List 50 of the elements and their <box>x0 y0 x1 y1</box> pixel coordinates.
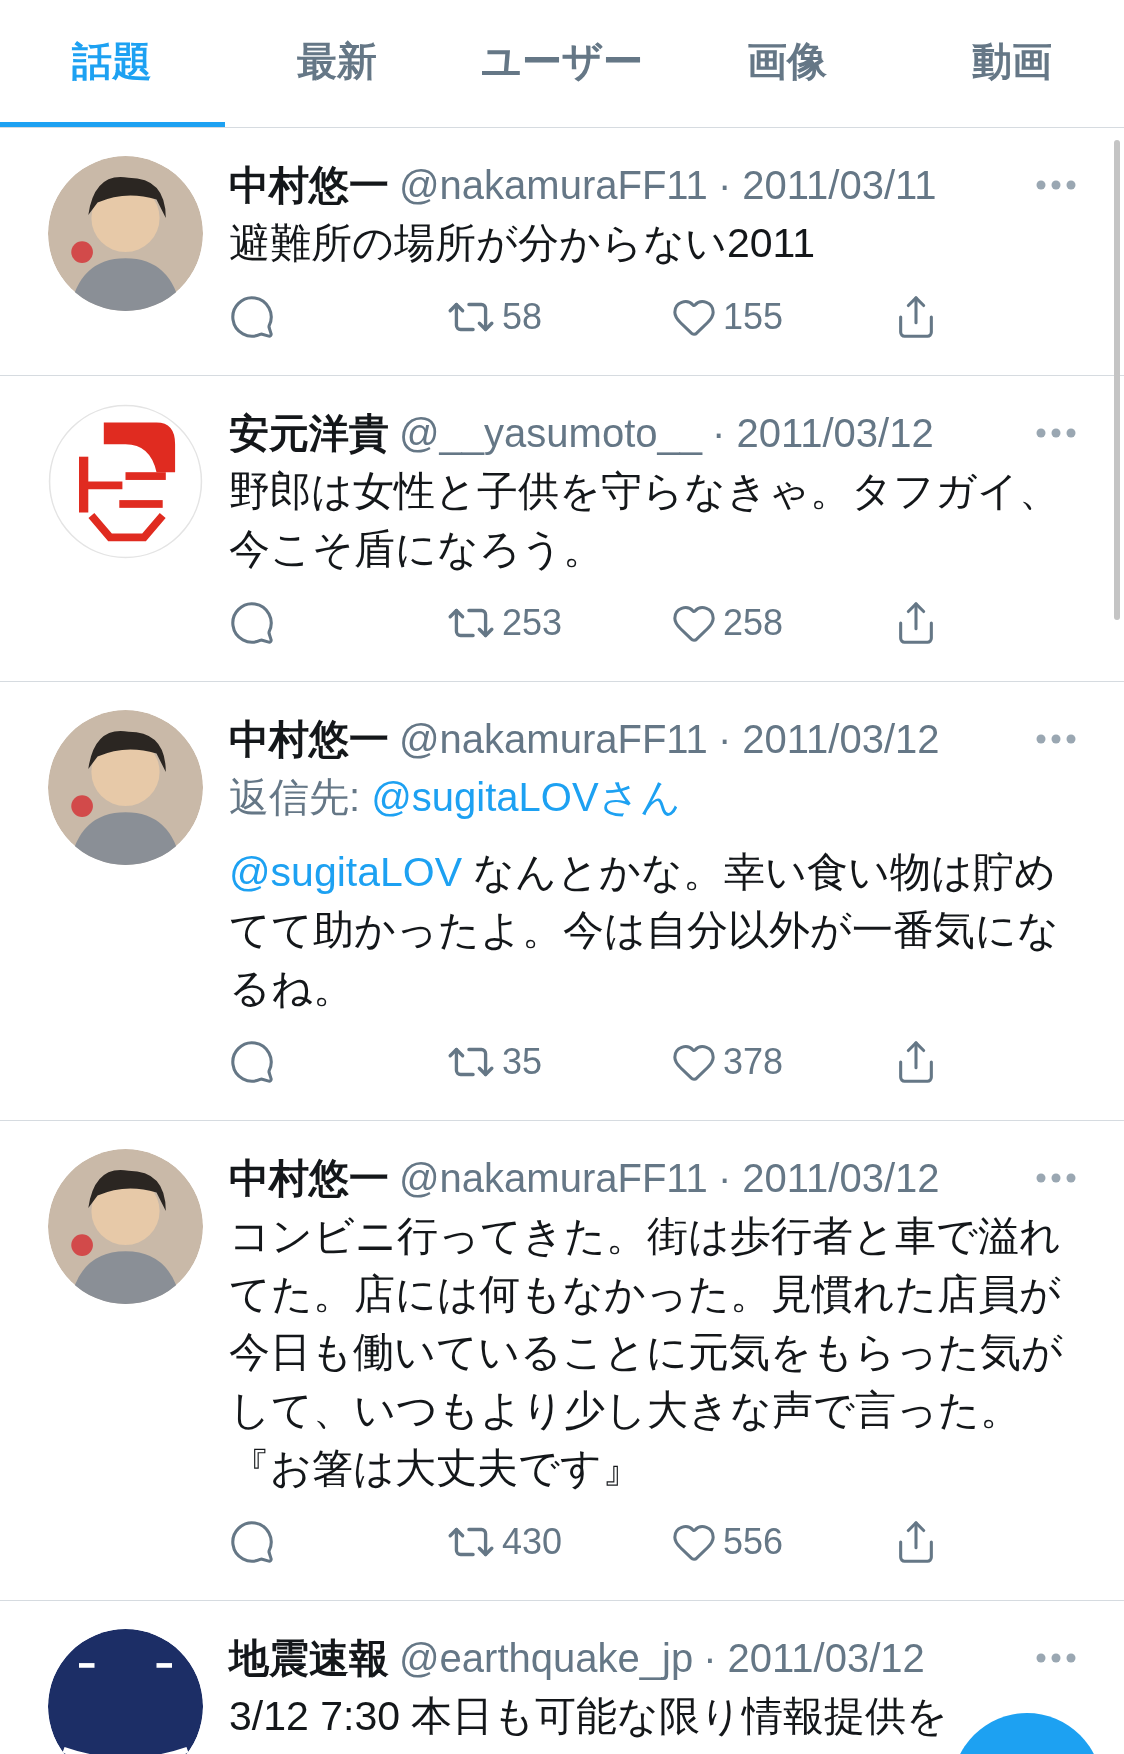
tab[interactable]: ユーザー <box>449 0 675 127</box>
like-count: 556 <box>723 1521 784 1563</box>
user-avatar[interactable] <box>48 1629 203 1754</box>
user-avatar[interactable] <box>48 1149 203 1304</box>
tweet-date: · 2011/03/12 <box>717 716 940 762</box>
user-handle: @earthquake_jp <box>399 1635 694 1681</box>
tab[interactable]: 動画 <box>899 0 1124 127</box>
user-name[interactable]: 中村悠一 <box>229 711 389 767</box>
more-icon[interactable] <box>1036 1653 1076 1663</box>
more-icon[interactable] <box>1036 734 1076 744</box>
tweet-date: · 2011/03/12 <box>717 1155 940 1201</box>
more-icon[interactable] <box>1036 1173 1076 1183</box>
tweet-text: 避難所の場所が分からない2011 <box>229 219 816 268</box>
tab[interactable]: 画像 <box>674 0 900 127</box>
user-handle: @nakamuraFF11 <box>399 162 708 208</box>
mention-link[interactable]: @sugitaLOVさん <box>371 775 681 819</box>
reply-icon[interactable] <box>229 600 275 646</box>
user-name[interactable]: 中村悠一 <box>229 1150 389 1206</box>
reply-icon[interactable] <box>229 294 275 340</box>
user-name[interactable]: 中村悠一 <box>229 157 389 213</box>
reply-to-text: 返信先: @sugitaLOVさん <box>229 774 682 821</box>
tab[interactable]: 話題 <box>0 0 225 127</box>
mention-link[interactable]: @sugitaLOV <box>229 849 463 895</box>
like-count: 378 <box>723 1041 784 1083</box>
tweet-text: 野郎は女性と子供を守らなきゃ。タフガイ、今こそ盾になろう。 <box>229 467 1061 574</box>
tweet-date: · 2011/03/11 <box>717 162 937 208</box>
tweet-text: @sugitaLOV なんとかな。幸い食い物は貯めてて助かったよ。今は自分以外が一番気になるね。 <box>229 848 1060 1013</box>
retweet-count: 253 <box>502 602 563 644</box>
scrollbar[interactable] <box>1114 140 1120 620</box>
reply-icon[interactable] <box>229 1519 275 1565</box>
user-handle: @nakamuraFF11 <box>399 1155 708 1201</box>
retweet-count: 35 <box>502 1041 543 1083</box>
user-name[interactable]: 安元洋貴 <box>229 405 389 461</box>
more-icon[interactable] <box>1036 180 1076 190</box>
user-handle: @__yasumoto__ <box>399 410 702 456</box>
like-count: 258 <box>723 602 784 644</box>
tab[interactable]: 最新 <box>224 0 450 127</box>
user-handle: @nakamuraFF11 <box>399 716 708 762</box>
tweet-date: · 2011/03/12 <box>712 410 934 456</box>
user-avatar[interactable] <box>48 710 203 865</box>
tweet-text: 3/12 7:30 本日も可能な限り情報提供を <box>229 1692 949 1741</box>
more-icon[interactable] <box>1036 428 1076 438</box>
like-count: 155 <box>723 296 784 338</box>
user-name[interactable]: 地震速報 <box>229 1630 389 1686</box>
reply-icon[interactable] <box>229 1039 275 1085</box>
tweet-text: コンビニ行ってきた。街は歩行者と車で溢れてた。店には何もなかった。見慣れた店員が今日も働いていることに元気をもらった気がして、いつもより少し大きな声で言った。『お箸は大丈夫です』 <box>229 1212 1064 1493</box>
tweet-date: · 2011/03/12 <box>703 1635 925 1681</box>
retweet-count: 430 <box>502 1521 563 1563</box>
retweet-count: 58 <box>502 296 543 338</box>
user-avatar[interactable] <box>48 156 203 311</box>
